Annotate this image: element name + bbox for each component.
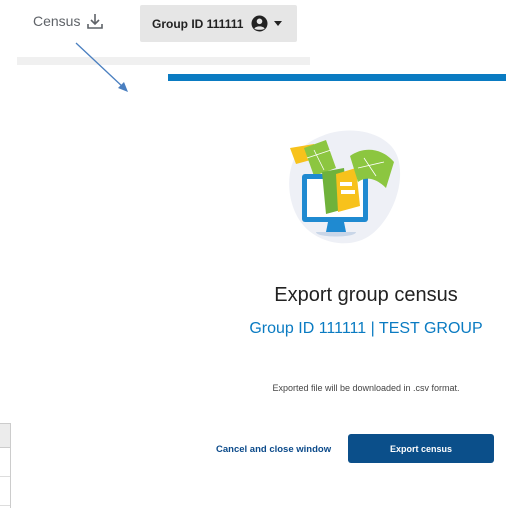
table-header bbox=[0, 424, 10, 448]
background-table-fragment bbox=[0, 423, 11, 508]
caret-down-icon bbox=[274, 21, 283, 26]
modal-top-accent-bar bbox=[168, 74, 506, 81]
group-selector-button[interactable]: Group ID 111111 bbox=[140, 5, 297, 42]
user-circle-icon bbox=[251, 15, 268, 32]
header-divider bbox=[17, 57, 310, 65]
export-illustration bbox=[289, 130, 401, 244]
cancel-close-link[interactable]: Cancel and close window bbox=[216, 444, 331, 455]
export-census-button[interactable]: Export census bbox=[348, 434, 494, 463]
census-label: Census bbox=[33, 13, 81, 29]
table-row bbox=[0, 477, 10, 506]
table-row bbox=[0, 448, 10, 477]
download-icon bbox=[87, 14, 104, 29]
census-link[interactable]: Census bbox=[33, 12, 104, 30]
modal-subtitle: Group ID 111111 | TEST GROUP bbox=[249, 320, 483, 337]
modal-title: Export group census bbox=[274, 284, 458, 306]
group-selector-label: Group ID 111111 bbox=[152, 16, 244, 31]
export-format-note: Exported file will be downloaded in .csv… bbox=[272, 383, 460, 393]
